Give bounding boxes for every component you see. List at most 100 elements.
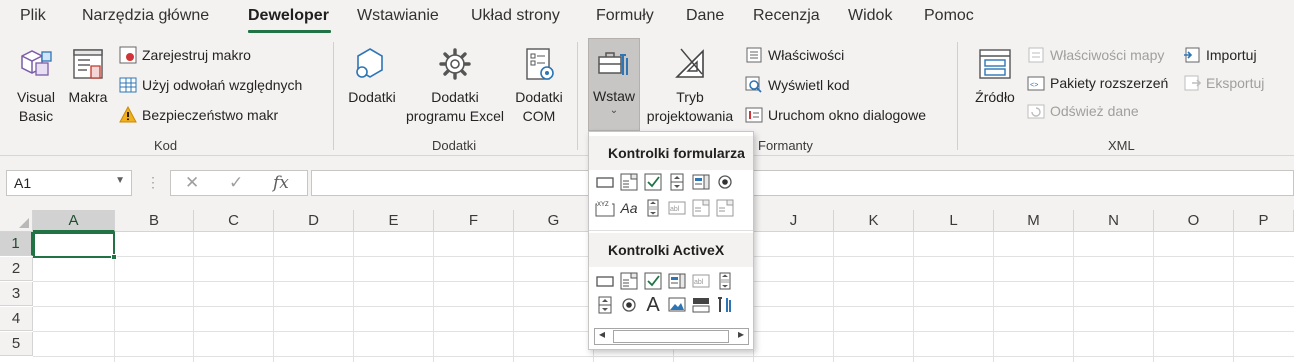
column-header-c[interactable]: C xyxy=(194,210,274,232)
tab-formuly[interactable]: Formuły xyxy=(596,7,654,25)
name-box[interactable]: A1 ▼ xyxy=(6,170,132,196)
insert-function-icon[interactable]: fx xyxy=(273,173,289,193)
combo-box-icon[interactable] xyxy=(619,172,639,192)
column-header-d[interactable]: D xyxy=(274,210,354,232)
xml-source-button[interactable]: Źródło xyxy=(968,40,1022,130)
properties-button[interactable]: Właściwości xyxy=(744,44,844,66)
addins-button[interactable]: Dodatki xyxy=(342,40,402,130)
macro-security-button[interactable]: Bezpieczeństwo makr xyxy=(118,104,278,126)
export-label: Eksportuj xyxy=(1206,75,1265,91)
refresh-data-button[interactable]: Odśwież dane xyxy=(1026,100,1139,122)
option-button-icon[interactable] xyxy=(715,172,735,192)
label-icon[interactable]: Aa xyxy=(619,198,639,218)
column-header-j[interactable]: J xyxy=(754,210,834,232)
combo-dropdown-edit-icon[interactable] xyxy=(715,198,735,218)
text-box-icon[interactable]: abl xyxy=(691,271,711,291)
design-mode-button[interactable]: Tryb projektowania xyxy=(642,40,738,130)
view-code-button[interactable]: Wyświetl kod xyxy=(744,74,850,96)
chevron-down-icon: ⌄ xyxy=(609,105,619,116)
chevron-down-icon[interactable]: ▼ xyxy=(115,175,125,186)
spin-button-icon[interactable] xyxy=(667,172,687,192)
column-header-b[interactable]: B xyxy=(115,210,194,232)
option-button-icon[interactable] xyxy=(619,295,639,315)
scroll-left-icon[interactable]: ◂ xyxy=(599,327,605,341)
column-header-o[interactable]: O xyxy=(1154,210,1234,232)
row-header-5[interactable]: 5 xyxy=(0,332,33,356)
row-header-1[interactable]: 1 xyxy=(0,232,33,256)
scroll-thumb[interactable] xyxy=(613,330,729,343)
gridline xyxy=(273,232,274,362)
column-header-a[interactable]: A xyxy=(33,210,115,232)
column-header-m[interactable]: M xyxy=(994,210,1074,232)
run-dialog-icon xyxy=(744,105,764,125)
run-dialog-button[interactable]: Uruchom okno dialogowe xyxy=(744,104,926,126)
com-addins-button[interactable]: Dodatki COM xyxy=(510,40,568,130)
active-tab-indicator xyxy=(248,30,331,33)
column-header-p[interactable]: P xyxy=(1234,210,1294,232)
column-header-l[interactable]: L xyxy=(914,210,994,232)
list-box-icon[interactable] xyxy=(691,172,711,192)
svg-text:abl: abl xyxy=(694,279,704,286)
tab-plik[interactable]: Plik xyxy=(20,7,46,25)
checkbox-icon[interactable] xyxy=(643,271,663,291)
group-box-icon[interactable]: XYZ xyxy=(595,198,615,218)
formula-input[interactable] xyxy=(311,170,1294,196)
column-header-n[interactable]: N xyxy=(1074,210,1154,232)
column-header-f[interactable]: F xyxy=(434,210,514,232)
import-button[interactable]: Importuj xyxy=(1182,44,1257,66)
macros-button[interactable]: Makra xyxy=(64,40,112,130)
gridline xyxy=(193,232,194,362)
column-header-e[interactable]: E xyxy=(354,210,434,232)
tab-deweloper[interactable]: Deweloper xyxy=(248,7,329,25)
toggle-button-icon[interactable] xyxy=(691,295,711,315)
gridline xyxy=(433,232,434,362)
combo-box-icon[interactable] xyxy=(619,271,639,291)
dropdown-scrollbar[interactable]: ◂ ▸ xyxy=(594,327,749,345)
column-header-g[interactable]: G xyxy=(514,210,594,232)
name-box-value: A1 xyxy=(14,175,32,191)
map-properties-button[interactable]: Właściwości mapy xyxy=(1026,44,1164,66)
button-icon[interactable] xyxy=(595,172,615,192)
text-field-icon[interactable]: abl xyxy=(667,198,687,218)
design-mode-label-line1: Tryb xyxy=(676,89,704,105)
checkbox-icon[interactable] xyxy=(643,172,663,192)
scroll-bar-icon[interactable] xyxy=(715,271,735,291)
resize-handle-icon[interactable]: ⋮ xyxy=(146,174,160,191)
excel-addins-button[interactable]: Dodatki programu Excel xyxy=(402,40,508,130)
label-icon[interactable]: A xyxy=(643,294,663,316)
selected-cell-a1[interactable] xyxy=(33,232,115,258)
command-button-icon[interactable] xyxy=(595,271,615,291)
column-header-k[interactable]: K xyxy=(834,210,914,232)
gridline xyxy=(833,232,834,362)
row-header-4[interactable]: 4 xyxy=(0,307,33,331)
expansion-packs-button[interactable]: <> Pakiety rozszerzeń xyxy=(1026,72,1168,94)
fill-handle[interactable] xyxy=(111,254,117,260)
select-all-button[interactable] xyxy=(0,210,33,232)
export-icon xyxy=(1182,73,1202,93)
row-header-2[interactable]: 2 xyxy=(0,257,33,281)
record-macro-button[interactable]: Zarejestruj makro xyxy=(118,44,251,66)
more-controls-icon[interactable] xyxy=(715,295,735,315)
tab-dane[interactable]: Dane xyxy=(686,7,724,25)
spin-button-icon[interactable] xyxy=(595,295,615,315)
tab-uklad-strony[interactable]: Układ strony xyxy=(471,7,560,25)
tab-wstawianie[interactable]: Wstawianie xyxy=(357,7,439,25)
image-icon[interactable] xyxy=(667,295,687,315)
relative-refs-button[interactable]: Użyj odwołań względnych xyxy=(118,74,302,96)
tab-recenzja[interactable]: Recenzja xyxy=(753,7,820,25)
combo-list-edit-icon[interactable] xyxy=(691,198,711,218)
macros-label: Makra xyxy=(68,89,108,105)
relative-refs-icon xyxy=(118,75,138,95)
scroll-bar-icon[interactable] xyxy=(643,198,663,218)
list-box-icon[interactable] xyxy=(667,271,687,291)
export-button[interactable]: Eksportuj xyxy=(1182,72,1264,94)
scroll-right-icon[interactable]: ▸ xyxy=(738,327,744,341)
visual-basic-button[interactable]: Visual Basic xyxy=(8,40,64,130)
insert-controls-button[interactable]: Wstaw ⌄ xyxy=(588,38,640,131)
enter-icon[interactable]: ✓ xyxy=(229,173,243,193)
tab-widok[interactable]: Widok xyxy=(848,7,892,25)
tab-pomoc[interactable]: Pomoc xyxy=(924,7,974,25)
cancel-icon[interactable]: ✕ xyxy=(185,173,199,193)
tab-narzedzia-glowne[interactable]: Narzędzia główne xyxy=(82,7,209,25)
row-header-3[interactable]: 3 xyxy=(0,282,33,306)
